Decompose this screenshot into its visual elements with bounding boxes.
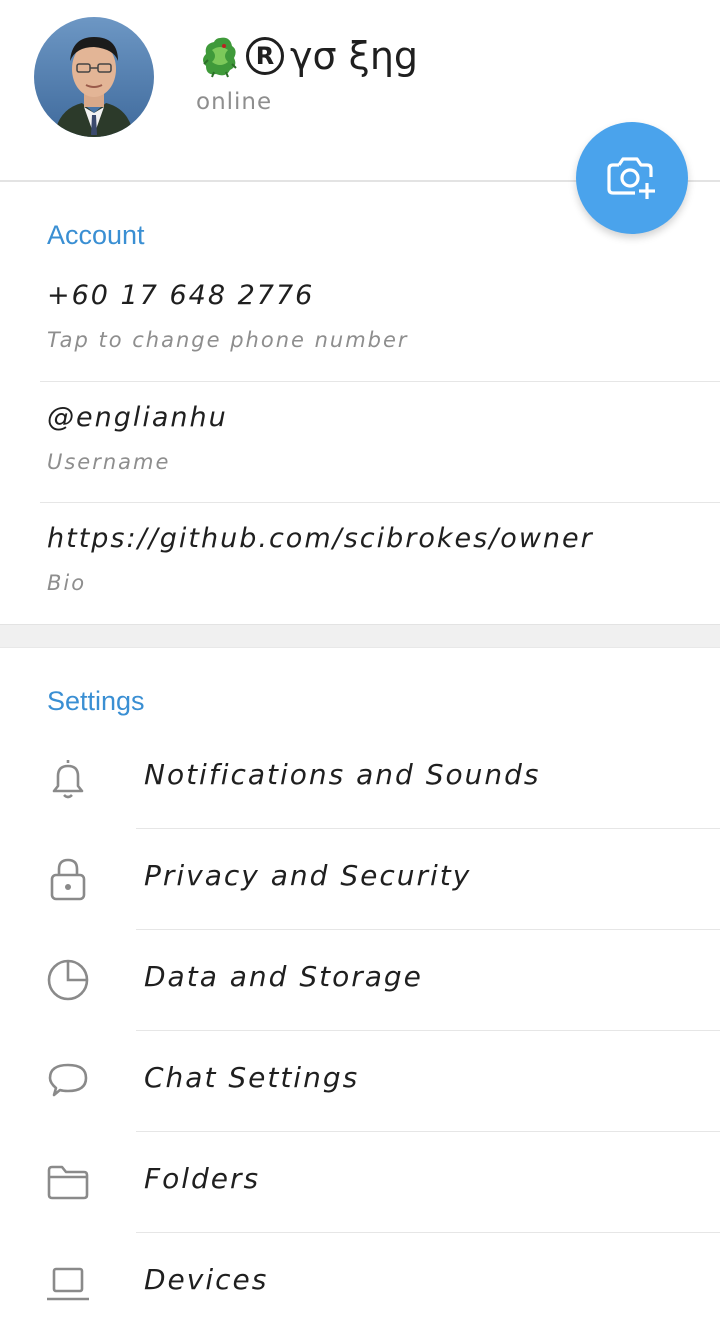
settings-item-label: Devices xyxy=(144,1263,269,1296)
settings-item-label: Data and Storage xyxy=(144,960,423,993)
settings-item-chat-settings[interactable]: Chat Settings xyxy=(0,1031,720,1131)
phone-row[interactable]: +60 17 648 2776 Tap to change phone numb… xyxy=(0,280,720,400)
phone-number: +60 17 648 2776 xyxy=(47,280,315,311)
section-separator xyxy=(0,624,720,648)
settings-item-devices[interactable]: Devices xyxy=(0,1233,720,1333)
avatar[interactable] xyxy=(34,17,154,137)
folder-icon xyxy=(44,1158,92,1206)
profile-status: online xyxy=(196,89,273,115)
settings-section-title: Settings xyxy=(47,686,145,716)
settings-item-data-storage[interactable]: Data and Storage xyxy=(0,930,720,1030)
phone-caption: Tap to change phone number xyxy=(47,328,409,352)
avatar-photo xyxy=(34,17,154,137)
settings-item-folders[interactable]: Folders xyxy=(0,1132,720,1232)
set-photo-button[interactable] xyxy=(576,122,688,234)
bio-caption: Bio xyxy=(47,571,87,595)
settings-item-label: Privacy and Security xyxy=(144,859,472,892)
divider xyxy=(40,381,720,382)
laptop-icon xyxy=(44,1259,92,1307)
settings-item-label: Folders xyxy=(144,1162,261,1195)
bell-icon xyxy=(44,754,92,802)
divider xyxy=(40,502,720,503)
settings-item-notifications[interactable]: Notifications and Sounds xyxy=(0,728,720,828)
settings-item-privacy[interactable]: Privacy and Security xyxy=(0,829,720,929)
dragon-emoji-icon xyxy=(200,34,240,78)
registered-mark-icon: R xyxy=(246,37,284,75)
profile-name: R γσ ξηg xyxy=(200,34,418,78)
settings-item-label: Chat Settings xyxy=(144,1061,360,1094)
profile-name-text: γσ ξηg xyxy=(290,34,419,78)
username-row[interactable]: @englianhu Username xyxy=(0,402,720,522)
lock-icon xyxy=(44,855,92,903)
camera-add-icon xyxy=(607,157,655,199)
account-section-title: Account xyxy=(47,220,145,250)
chat-bubble-icon xyxy=(44,1057,92,1105)
username-caption: Username xyxy=(47,450,171,474)
pie-chart-icon xyxy=(44,956,92,1004)
username-value: @englianhu xyxy=(47,402,228,433)
bio-value: https://github.com/scibrokes/owner xyxy=(47,523,594,554)
settings-item-label: Notifications and Sounds xyxy=(144,758,541,791)
